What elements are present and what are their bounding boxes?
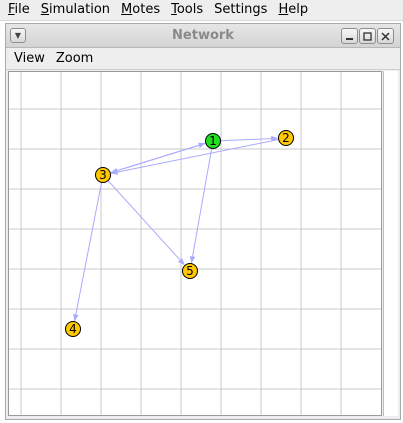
network-visualization[interactable]: 1 2 3 4 5 [9, 72, 381, 415]
mote-id-label: 5 [186, 264, 194, 278]
menu-simulation-mnemonic: S [40, 2, 50, 17]
network-canvas[interactable]: 1 2 3 4 5 [8, 71, 382, 416]
window-titlebar[interactable]: ▼ Network [6, 24, 400, 48]
link-1-to-5 [189, 148, 213, 264]
window-menubar: View Zoom [6, 48, 400, 70]
menu-help[interactable]: Help [270, 0, 311, 20]
menu-file[interactable]: File [0, 0, 33, 20]
mote-id-label: 4 [69, 322, 77, 336]
mote-1[interactable]: 1 [205, 133, 221, 149]
link-1-to-2 [220, 135, 279, 142]
link-3-to-5 [107, 180, 185, 266]
menu-file-label: ile [14, 2, 30, 17]
menu-zoom[interactable]: Zoom [48, 48, 96, 69]
maximize-button[interactable] [359, 28, 376, 44]
minimize-button[interactable] [341, 28, 358, 44]
mote-id-label: 1 [209, 134, 217, 148]
mote-2[interactable]: 2 [278, 130, 294, 146]
mote-id-label: 3 [99, 168, 107, 182]
mote-5[interactable]: 5 [182, 263, 198, 279]
link-3-to-4 [73, 182, 103, 322]
menu-motes-mnemonic: M [121, 2, 133, 17]
mote-4[interactable]: 4 [65, 321, 81, 337]
menu-simulation[interactable]: Simulation [33, 0, 113, 20]
close-icon [381, 31, 390, 41]
links-layer [73, 135, 279, 322]
motes-layer: 1 2 3 4 5 [65, 130, 294, 337]
link-3-to-1 [110, 142, 206, 174]
cooja-application: File Simulation Motes Tools Settings Hel… [0, 0, 403, 423]
menu-motes[interactable]: Motes [113, 0, 163, 20]
menu-simulation-label: imulation [49, 2, 111, 17]
close-button[interactable] [377, 28, 394, 44]
mote-id-label: 2 [282, 131, 290, 145]
menu-tools-label: ools [176, 2, 204, 17]
menu-motes-label: otes [132, 2, 161, 17]
vertical-scrollbar[interactable] [383, 71, 398, 416]
menu-settings[interactable]: Settings [206, 0, 270, 20]
mote-3[interactable]: 3 [95, 167, 111, 183]
menu-help-mnemonic: H [278, 2, 289, 17]
minimize-icon [346, 37, 353, 40]
menu-view[interactable]: View [6, 48, 48, 69]
menu-tools[interactable]: Tools [163, 0, 206, 20]
main-menubar: File Simulation Motes Tools Settings Hel… [0, 0, 403, 21]
link-2-to-3 [110, 138, 279, 175]
network-window: ▼ Network View Zoom 1 2 3 4 5 [5, 23, 401, 420]
menu-help-label: elp [288, 2, 309, 17]
maximize-icon [363, 31, 372, 41]
menu-settings-label: Settings [214, 2, 268, 17]
